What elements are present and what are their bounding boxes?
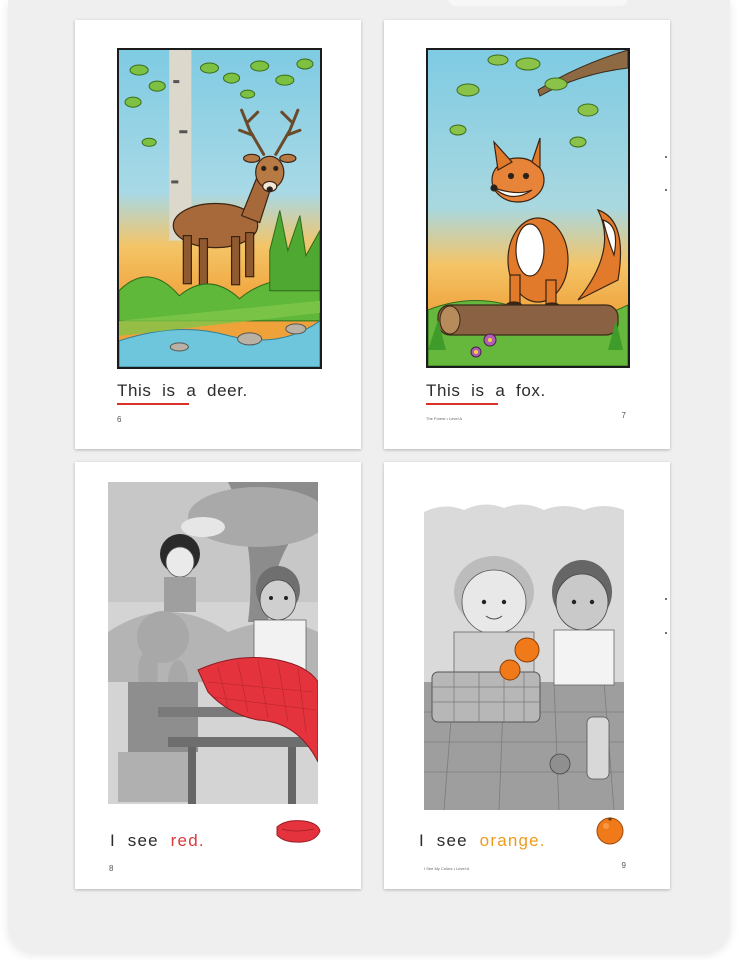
fox-illustration: [426, 48, 630, 368]
sight-word-underline: [426, 403, 498, 405]
word-a: a: [495, 381, 511, 400]
page-number: 9: [621, 861, 626, 870]
sentence-text: This is a deer.: [117, 381, 248, 401]
red-blanket-illustration: [108, 482, 318, 812]
edge-dot: [665, 156, 667, 158]
red-blanket-swatch-icon: [276, 820, 321, 843]
deer-illustration: [117, 48, 322, 369]
word-is: is: [162, 381, 181, 400]
sentence-text: This is a fox.: [426, 381, 546, 401]
edge-dot: [665, 189, 667, 191]
orange-fruit-icon: [596, 817, 624, 845]
word-see: see: [436, 831, 474, 850]
book-page-fox: This is a fox. The Forest • Level A 7: [384, 20, 670, 449]
book-page-orange: I see orange. I See My Colors • Level A …: [384, 462, 670, 889]
book-page-red: I see red. 8: [75, 462, 361, 889]
page-number: 8: [109, 864, 114, 873]
sentence-text: I see red.: [110, 831, 205, 851]
page-number: 6: [117, 415, 122, 424]
orange-basket-illustration: [424, 502, 624, 810]
book-page-deer: This is a deer. 6: [75, 20, 361, 449]
book-footer: I See My Colors • Level A: [424, 866, 470, 871]
word-i: I: [110, 831, 122, 850]
word-deer: deer.: [207, 381, 248, 400]
word-is: is: [471, 381, 490, 400]
word-see: see: [127, 831, 165, 850]
edge-dot: [665, 598, 667, 600]
word-i: I: [419, 831, 431, 850]
word-a: a: [186, 381, 202, 400]
color-word-red: red.: [170, 831, 205, 850]
word-fox: fox.: [516, 381, 546, 400]
edge-dot: [665, 632, 667, 634]
sentence-text: I see orange.: [419, 831, 546, 851]
color-word-orange: orange.: [479, 831, 546, 850]
page-number: 7: [621, 411, 626, 420]
book-footer: The Forest • Level A: [426, 416, 463, 421]
sight-word-underline: [117, 403, 189, 405]
word-this: This: [426, 381, 466, 400]
top-banner: [448, 0, 628, 6]
word-this: This: [117, 381, 157, 400]
